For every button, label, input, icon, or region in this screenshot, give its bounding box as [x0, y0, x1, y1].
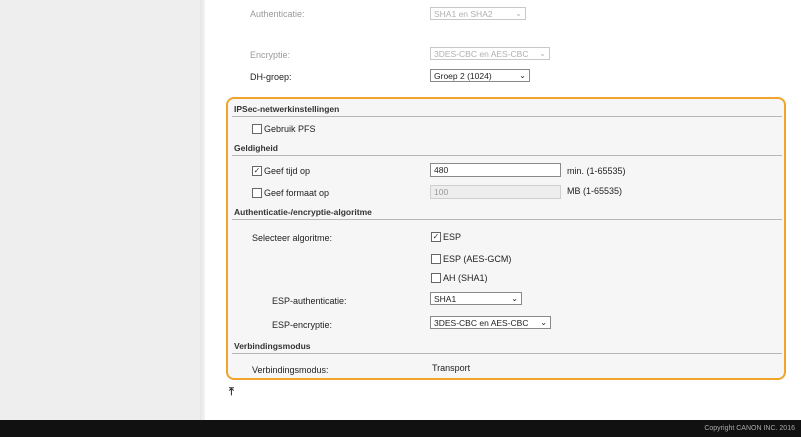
connection-mode-label: Verbindingsmodus:	[252, 365, 329, 375]
esp-auth-select-value: SHA1	[434, 294, 457, 304]
time-unit: min. (1-65535)	[567, 166, 626, 176]
ipsec-section-title: IPSec-netwerkinstellingen	[234, 104, 340, 114]
section-divider	[232, 155, 782, 156]
esp-label: ESP	[443, 232, 462, 242]
size-unit: MB (1-65535)	[567, 186, 623, 196]
chevron-down-icon: ⌄	[515, 9, 522, 18]
ah-sha1-checkbox[interactable]	[431, 273, 441, 283]
pfs-checkbox[interactable]	[252, 124, 262, 134]
section-divider	[232, 116, 782, 117]
authentication-select: SHA1 en SHA2 ⌄	[430, 7, 526, 20]
ah-sha1-label: AH (SHA1)	[443, 273, 488, 283]
time-label: Geef tijd op	[264, 166, 311, 176]
algorithm-selector-label: Selecteer algoritme:	[252, 233, 333, 243]
validity-section-title: Geldigheid	[234, 143, 278, 153]
connection-mode-value: Transport	[432, 363, 471, 373]
chevron-down-icon: ⌄	[539, 49, 546, 58]
esp-aes-gcm-label: ESP (AES-GCM)	[443, 254, 512, 264]
section-divider	[232, 353, 782, 354]
time-checkbox[interactable]: ✓	[252, 166, 262, 176]
time-input[interactable]: 480	[430, 163, 561, 177]
pfs-label: Gebruik PFS	[264, 124, 316, 134]
dh-group-select[interactable]: Groep 2 (1024) ⌄	[430, 69, 530, 82]
size-label: Geef formaat op	[264, 188, 330, 198]
chevron-down-icon: ⌄	[519, 71, 526, 80]
esp-enc-label: ESP-encryptie:	[272, 320, 333, 330]
connection-section-title: Verbindingsmodus	[234, 341, 311, 351]
dh-group-label: DH-groep:	[250, 72, 292, 82]
size-input[interactable]: 100	[430, 185, 561, 199]
esp-aes-gcm-checkbox[interactable]	[431, 254, 441, 264]
section-divider	[232, 219, 782, 220]
encryption-select: 3DES-CBC en AES-CBC ⌄	[430, 47, 550, 60]
encryption-select-value: 3DES-CBC en AES-CBC	[434, 49, 529, 59]
back-to-top-icon[interactable]: ⤒	[229, 386, 234, 399]
esp-enc-select-value: 3DES-CBC en AES-CBC	[434, 318, 529, 328]
esp-auth-select[interactable]: SHA1 ⌄	[430, 292, 522, 305]
dh-group-select-value: Groep 2 (1024)	[434, 71, 492, 81]
chevron-down-icon: ⌄	[511, 294, 518, 303]
authentication-label: Authenticatie:	[250, 9, 305, 19]
size-checkbox[interactable]	[252, 188, 262, 198]
esp-auth-label: ESP-authenticatie:	[272, 296, 347, 306]
authentication-select-value: SHA1 en SHA2	[434, 9, 493, 19]
encryption-label: Encryptie:	[250, 50, 291, 60]
footer: Copyright CANON INC. 2016	[0, 420, 801, 437]
chevron-down-icon: ⌄	[540, 318, 547, 327]
auth-enc-algo-section-title: Authenticatie-/encryptie-algoritme	[234, 207, 372, 217]
copyright-text: Copyright CANON INC. 2016	[704, 425, 795, 432]
esp-checkbox[interactable]: ✓	[431, 232, 441, 242]
esp-enc-select[interactable]: 3DES-CBC en AES-CBC ⌄	[430, 316, 551, 329]
